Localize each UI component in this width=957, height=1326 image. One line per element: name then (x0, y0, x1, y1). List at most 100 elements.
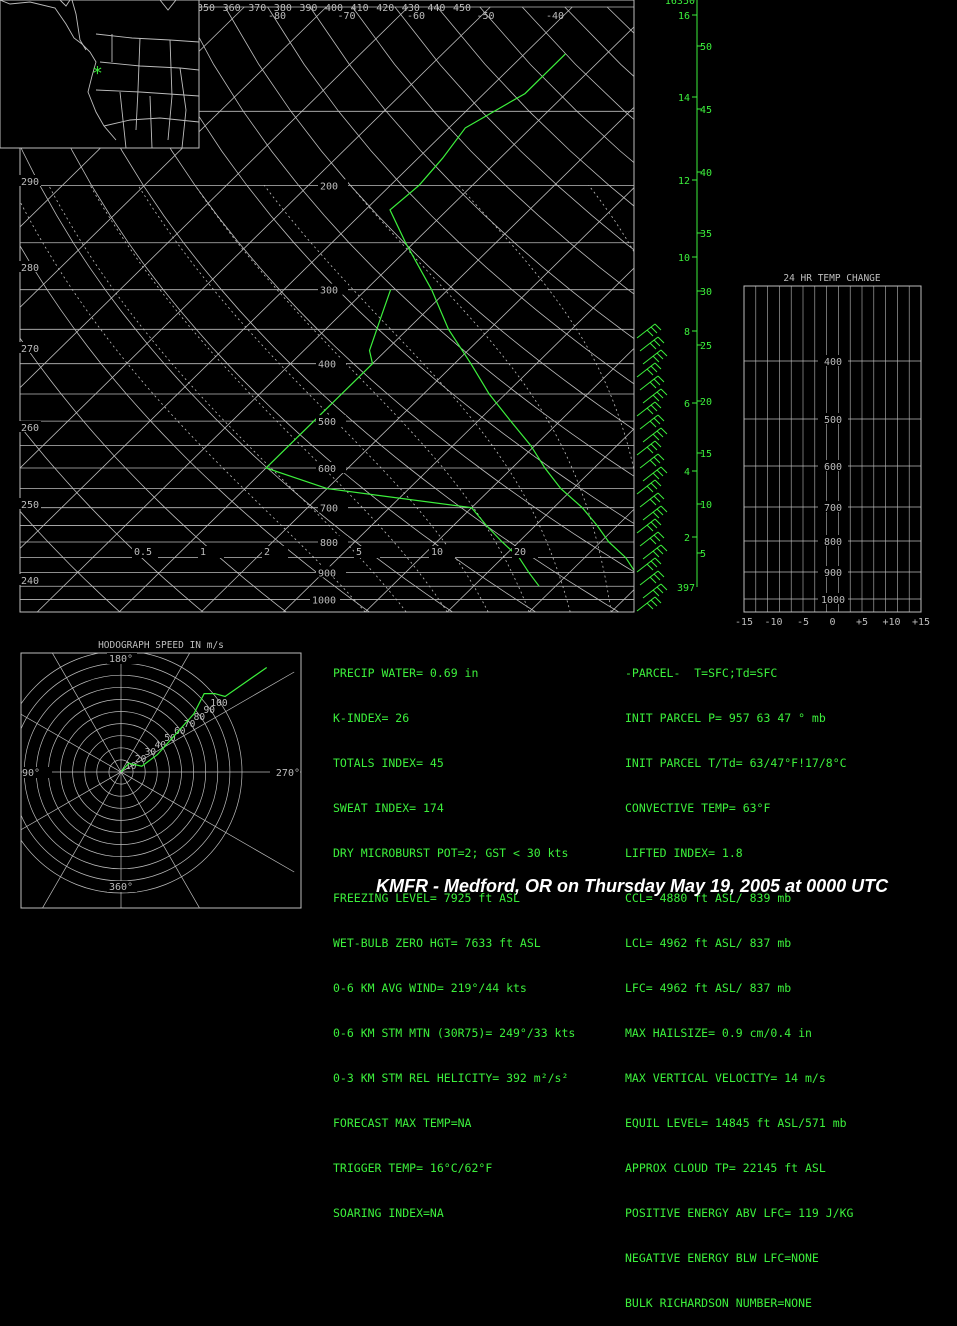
pressure-label: 300 (320, 286, 338, 297)
top-theta-label: 420 (376, 3, 394, 14)
footer-title: KMFR - Medford, OR on Thursday May 19, 2… (376, 876, 888, 897)
wind-barb-flag (655, 480, 661, 486)
height-kft-label: 10 (678, 253, 690, 264)
hodograph-direction-label: 270° (276, 768, 300, 779)
wind-barb-flag (651, 405, 657, 411)
wind-barb-flag (647, 330, 653, 336)
temp-change-pressure-label: 400 (824, 357, 842, 368)
theta-label: 270 (21, 344, 39, 355)
stat-k-index: K-INDEX= 26 (333, 711, 575, 726)
dry-adiabat (565, 7, 957, 612)
wind-barb-flag (658, 376, 664, 382)
temp-change-x-tick: -10 (764, 617, 782, 628)
wind-barb-flag (658, 571, 664, 577)
stat-trigger-temp: TRIGGER TEMP= 16°C/62°F (333, 1161, 575, 1176)
hodograph-direction-label: 180° (109, 654, 133, 665)
wind-barb-flag (653, 590, 659, 596)
dry-adiabat (607, 7, 957, 612)
wind-barb-flag (650, 499, 656, 505)
wind-barb-flag (650, 538, 656, 544)
wind-barb-flag (647, 525, 653, 531)
top-theta-label: 360 (223, 3, 241, 14)
stat-lfc: LFC= 4962 ft ASL/ 837 mb (625, 981, 853, 996)
moist-adiabat (589, 185, 694, 612)
pressure-label: 900 (318, 568, 336, 579)
stat-init-parcel-p: INIT PARCEL P= 957 63 47 ° mb (625, 711, 853, 726)
wind-barb-flag (654, 457, 660, 463)
top-theta-label: 350 (197, 3, 215, 14)
height-axis-top-label: 16350 (665, 0, 695, 7)
wind-barb-flag (658, 415, 664, 421)
stat-max-hailsize: MAX HAILSIZE= 0.9 cm/0.4 in (625, 1026, 853, 1041)
isotherm-line (201, 7, 818, 612)
temp-change-pressure-label: 800 (824, 537, 842, 548)
dry-adiabat (268, 7, 957, 612)
temp-change-pressure-label: 700 (824, 503, 842, 514)
temp-change-x-tick: -15 (735, 617, 753, 628)
temp-change-x-tick: +5 (856, 617, 868, 628)
temperature-trace (390, 54, 654, 586)
isotherm-line (693, 7, 957, 612)
stat-totals-index: TOTALS INDEX= 45 (333, 756, 575, 771)
top-temp-label: -80 (268, 11, 286, 22)
height-kft-label: 16 (678, 11, 690, 22)
isotherm-line (119, 7, 736, 612)
stat-positive-energy: POSITIVE ENERGY ABV LFC= 119 J/KG (625, 1206, 853, 1221)
stat-cloud-top: APPROX CLOUD TP= 22145 ft ASL (625, 1161, 853, 1176)
stat-storm-motion: 0-6 KM STM MTN (30R75)= 249°/33 kts (333, 1026, 575, 1041)
hodograph: HODOGRAPH SPEED IN m/s180°90°270°360°102… (0, 572, 321, 910)
wind-barb-flag (658, 493, 664, 499)
pressure-label: 200 (320, 181, 338, 192)
height-kft-label: 6 (684, 399, 690, 410)
stat-soaring-index: SOARING INDEX=NA (333, 1206, 575, 1221)
isotherm-line (611, 7, 957, 612)
temp-change-x-tick: 0 (829, 617, 835, 628)
wind-barb-flag (651, 561, 657, 567)
hodograph-border (21, 653, 301, 908)
wind-barb-flag (655, 519, 661, 525)
height-km-label: 50 (700, 42, 712, 53)
stats-left-panel: PRECIP WATER= 0.69 in K-INDEX= 26 TOTALS… (333, 636, 575, 1236)
stat-avg-wind: 0-6 KM AVG WIND= 219°/44 kts (333, 981, 575, 996)
wind-barb-flag (651, 522, 657, 528)
dry-adiabat (225, 7, 951, 612)
wind-barb-flag (654, 535, 660, 541)
dry-adiabat (522, 7, 957, 612)
dry-adiabat (692, 7, 957, 612)
wind-barb-flag (654, 418, 660, 424)
mixing-ratio-label: 20 (514, 547, 526, 558)
stat-max-vertical-velocity: MAX VERTICAL VELOCITY= 14 m/s (625, 1071, 853, 1086)
wind-barb-flag (653, 473, 659, 479)
wind-barb-flag (647, 369, 653, 375)
wind-barb-flag (653, 356, 659, 362)
stat-lcl: LCL= 4962 ft ASL/ 837 mb (625, 936, 853, 951)
wind-barb-flag (657, 587, 663, 593)
moist-adiabat (459, 185, 653, 612)
wind-barb-flag (647, 447, 653, 453)
stat-init-parcel-t: INIT PARCEL T/Td= 63/47°F!17/8°C (625, 756, 853, 771)
mixing-ratio-label: 5 (356, 547, 362, 558)
theta-label: 280 (21, 263, 39, 274)
height-kft-label: 14 (678, 93, 690, 104)
pressure-label: 600 (318, 464, 336, 475)
stat-convective-temp: CONVECTIVE TEMP= 63°F (625, 801, 853, 816)
theta-label: 240 (21, 576, 39, 587)
top-temp-label: -60 (407, 11, 425, 22)
wind-barb-flag (655, 558, 661, 564)
wind-barb-flag (650, 577, 656, 583)
height-axis-sfc-label: 397 (677, 583, 695, 594)
wind-barb-flag (655, 441, 661, 447)
wind-barb-flag (651, 483, 657, 489)
mixing-ratio-label: 0.5 (134, 547, 152, 558)
wind-barb-flag (658, 454, 664, 460)
wind-barb-flag (657, 548, 663, 554)
pressure-label: 700 (320, 504, 338, 515)
wind-barb-flag (657, 470, 663, 476)
inset-map: * (0, 0, 199, 148)
pressure-label: 400 (318, 360, 336, 371)
wind-barb-flag (653, 551, 659, 557)
dry-adiabat (352, 7, 957, 612)
top-theta-label: 370 (248, 3, 266, 14)
stat-parcel-header: -PARCEL- T=SFC;Td=SFC (625, 666, 853, 681)
hodograph-ring-label: 100 (210, 698, 227, 709)
